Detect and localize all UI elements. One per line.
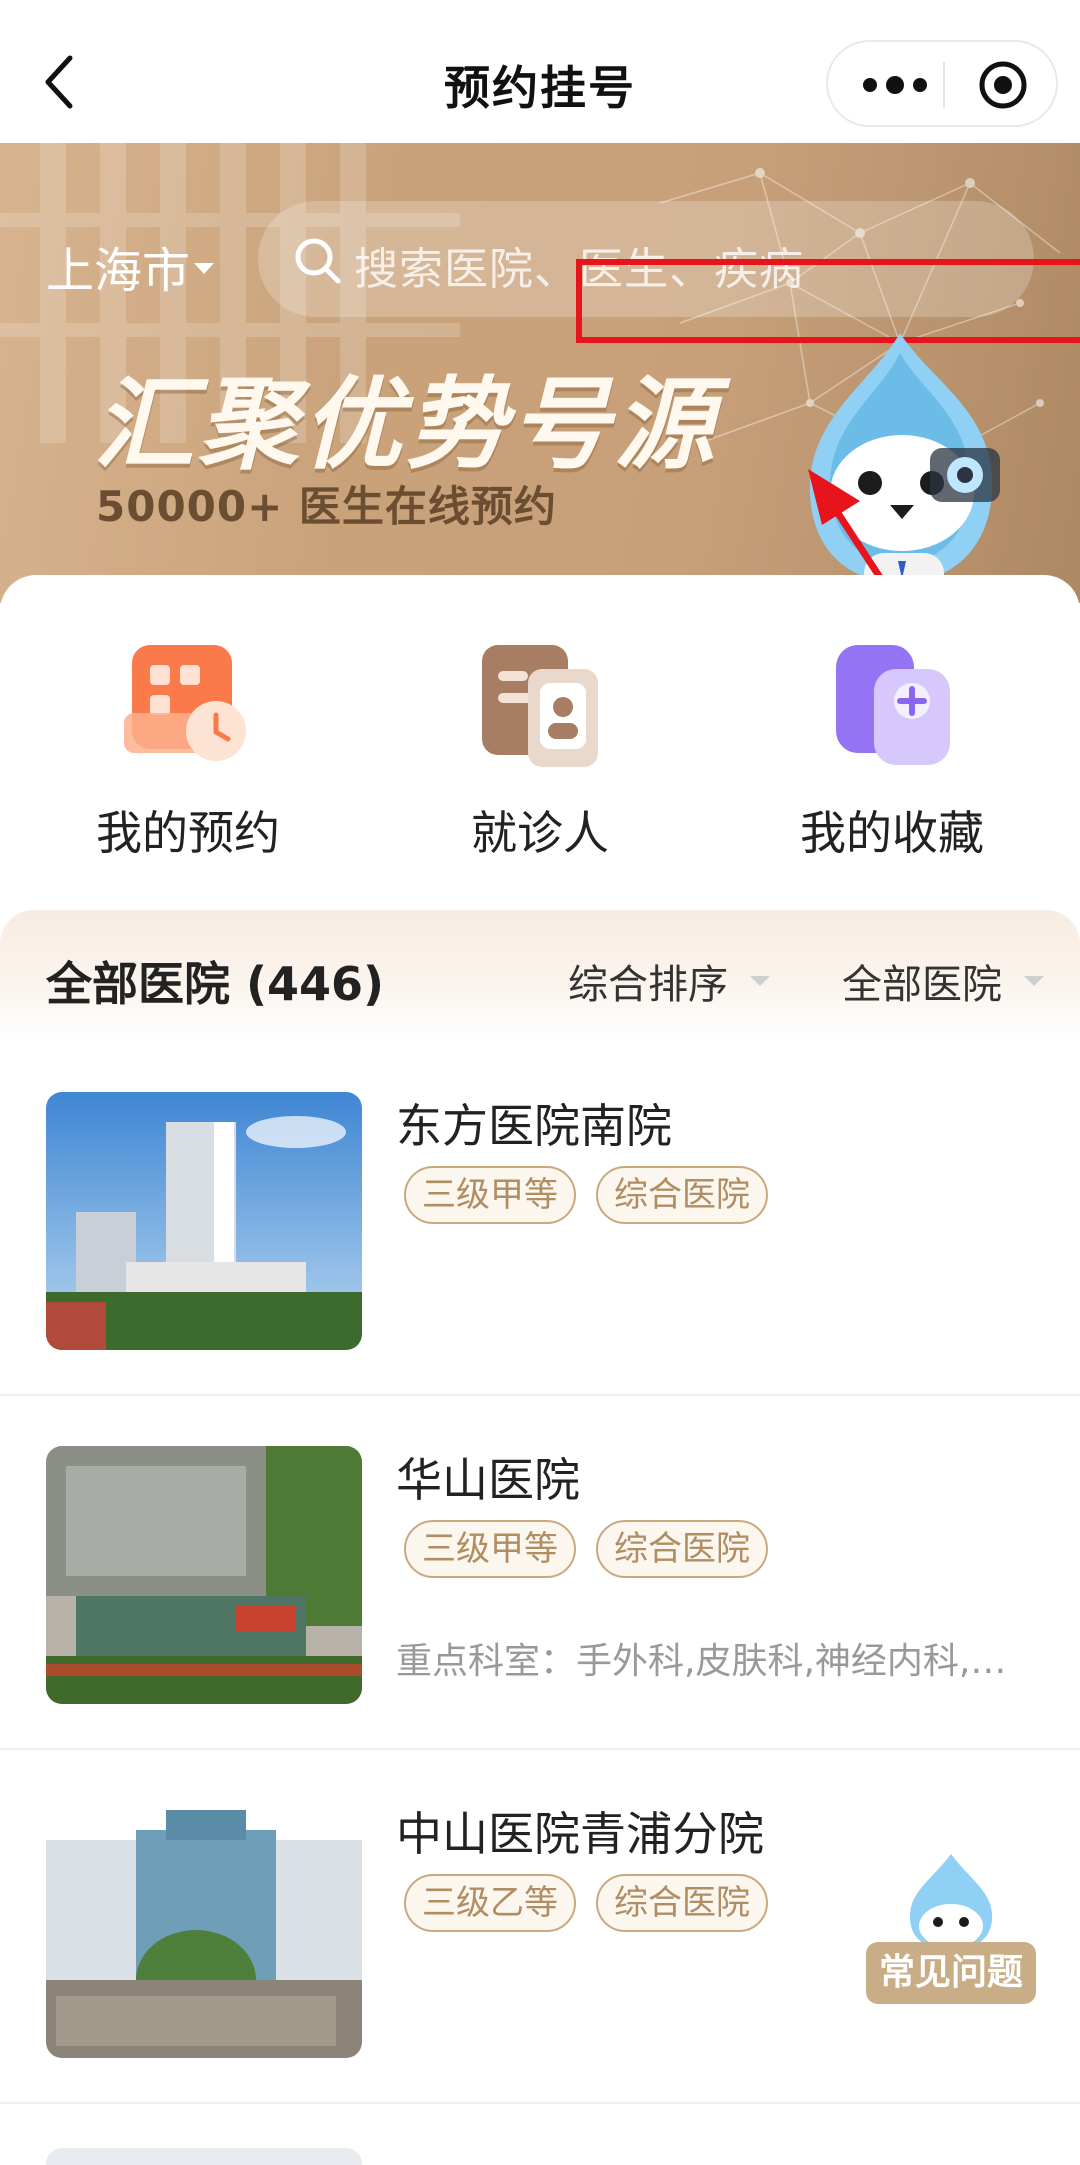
hospital-photo: [46, 2148, 362, 2165]
mini-program-capsule: [826, 40, 1058, 127]
hospital-list-item[interactable]: 华山医院 三级甲等 综合医院 重点科室：手外科,皮肤科,神经内科,…: [0, 1396, 1080, 1750]
more-dots-icon: [863, 76, 927, 94]
my-appointments-entry[interactable]: 我的预约: [48, 635, 328, 875]
navigation-bar: 预约挂号: [0, 0, 1080, 143]
all-hospitals-count: 全部医院 (446): [46, 957, 385, 1011]
hospital-list-item-partial[interactable]: [0, 2104, 1080, 2165]
faq-float-button[interactable]: 常见问题: [866, 1850, 1036, 2010]
calendar-clock-icon: [124, 645, 246, 761]
user-plus-icon: [836, 645, 950, 765]
hospital-type-tag: 综合医院: [596, 1520, 768, 1578]
hospital-name: 华山医院: [396, 1453, 580, 1507]
hospital-filter-bar: 全部医院 (446) 综合排序 全部医院: [0, 910, 1080, 1042]
my-appointments-label: 我的预约: [96, 806, 280, 860]
patient-card-icon: [482, 645, 598, 767]
search-icon: [295, 238, 341, 284]
hospital-type-dropdown[interactable]: 全部医院: [842, 952, 1044, 1010]
target-circle-icon: [979, 61, 1027, 109]
hospital-photo: [46, 1800, 362, 2058]
caret-down-icon: [194, 262, 215, 274]
hospital-photo: [46, 1446, 362, 1704]
hospital-name: 中山医院青浦分院: [396, 1807, 764, 1861]
caret-down-icon: [750, 976, 770, 986]
promo-banner: 上海市 搜索医院、医生、疾病 汇聚优势号源 50000+ 医生在线预约: [0, 143, 1080, 603]
hospital-level-tag: 三级甲等: [404, 1520, 576, 1578]
patients-label: 就诊人: [471, 806, 609, 860]
banner-headline: 汇聚优势号源: [94, 366, 718, 483]
hospital-type-label: 全部医院: [842, 962, 1002, 1008]
city-selector[interactable]: 上海市: [46, 231, 215, 301]
my-favorites-entry[interactable]: 我的收藏: [752, 635, 1032, 875]
banner-subline: 50000+ 医生在线预约: [96, 482, 557, 531]
patients-entry[interactable]: 就诊人: [400, 635, 680, 875]
hospital-level-tag: 三级甲等: [404, 1166, 576, 1224]
hospital-type-tag: 综合医院: [596, 1166, 768, 1224]
sort-label: 综合排序: [568, 962, 728, 1008]
search-input[interactable]: 搜索医院、医生、疾病: [258, 201, 1080, 343]
city-label: 上海市: [46, 243, 191, 299]
sort-dropdown[interactable]: 综合排序: [568, 952, 770, 1010]
more-button[interactable]: [850, 54, 940, 116]
close-mini-program-button[interactable]: [968, 54, 1038, 116]
key-departments: 重点科室：手外科,皮肤科,神经内科,…: [396, 1641, 1007, 1682]
hospital-name: 东方医院南院: [396, 1099, 672, 1153]
caret-down-icon: [1024, 976, 1044, 986]
hospital-level-tag: 三级乙等: [404, 1874, 576, 1932]
mascot-icon: [909, 1854, 993, 1950]
hospital-list-item[interactable]: 东方医院南院 三级甲等 综合医院: [0, 1042, 1080, 1396]
hospital-type-tag: 综合医院: [596, 1874, 768, 1932]
faq-label: 常见问题: [866, 1942, 1036, 2004]
capsule-divider: [943, 62, 945, 108]
hospital-photo: [46, 1092, 362, 1350]
quick-entry-panel: 我的预约 就诊人 我的收藏: [0, 575, 1080, 905]
my-favorites-label: 我的收藏: [800, 806, 984, 860]
